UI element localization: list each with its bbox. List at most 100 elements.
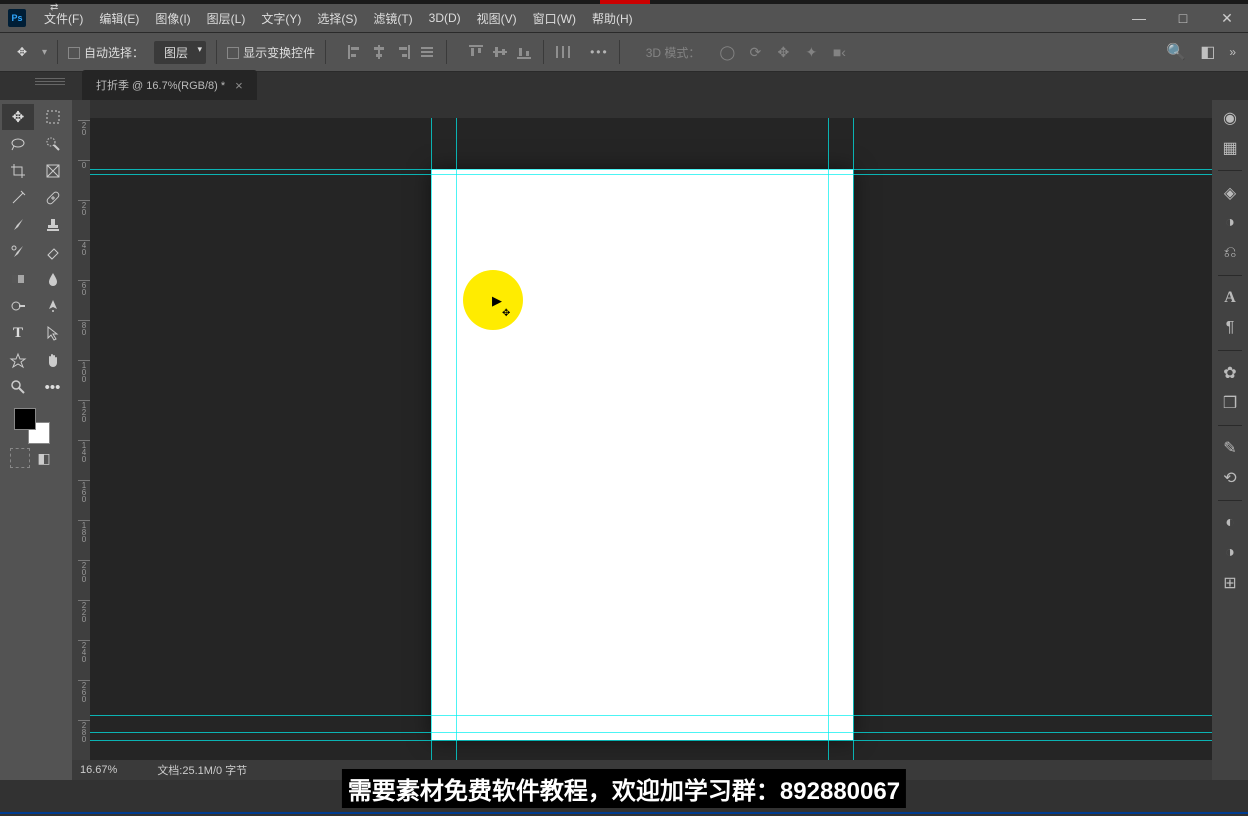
screen-mode-icon[interactable]: ◧ [34, 448, 54, 468]
edit-toolbar[interactable]: ••• [37, 374, 69, 400]
maximize-button[interactable]: □ [1170, 8, 1196, 28]
vertical-guide[interactable] [431, 118, 432, 760]
lasso-tool[interactable] [2, 131, 34, 157]
doc-size-info[interactable]: 文档:25.1M/0 字节 [157, 762, 247, 778]
horizontal-guide[interactable] [90, 740, 1212, 741]
info-panel-icon[interactable]: ⊞ [1216, 569, 1244, 597]
highlight-circle [463, 270, 523, 330]
divider [619, 40, 620, 64]
tab-grip[interactable] [35, 76, 65, 84]
swap-colors-icon[interactable]: ⇄ [50, 2, 58, 13]
horizontal-guide[interactable] [90, 715, 1212, 716]
valign-group [467, 43, 533, 61]
shape-tool[interactable] [2, 347, 34, 373]
quick-mask-icon[interactable] [10, 448, 30, 468]
vertical-guide[interactable] [456, 118, 457, 760]
foreground-color[interactable] [14, 408, 36, 430]
zoom-level[interactable]: 16.67% [80, 764, 117, 776]
move-tool[interactable]: ✥ [2, 104, 34, 130]
menu-3d[interactable]: 3D(D) [421, 7, 469, 29]
auto-select-checkbox[interactable]: 自动选择： [68, 44, 144, 61]
workspace-switcher-icon[interactable]: ◧ [1200, 42, 1215, 62]
color-panel-icon[interactable]: ◉ [1216, 104, 1244, 132]
vertical-ruler[interactable]: 2002040608010012014016018020022024026028… [72, 118, 90, 760]
eyedropper-tool[interactable] [2, 185, 34, 211]
menu-select[interactable]: 选择(S) [309, 6, 365, 31]
distribute-icon[interactable] [554, 43, 572, 61]
color-swatches[interactable] [12, 406, 60, 446]
swatches-panel-icon[interactable]: ▦ [1216, 134, 1244, 162]
align-justify-icon[interactable] [418, 43, 436, 61]
align-right-icon[interactable] [394, 43, 412, 61]
path-select-tool[interactable] [37, 320, 69, 346]
3d-slide-icon[interactable]: ✦ [802, 43, 820, 61]
menu-filter[interactable]: 滤镜(T) [365, 6, 420, 31]
brush-panel-icon[interactable]: ✎ [1216, 434, 1244, 462]
minimize-button[interactable]: — [1126, 8, 1152, 28]
canvas-area[interactable]: ▶ ✥ [90, 118, 1212, 760]
move-tool-icon: ✥ [12, 42, 32, 62]
3d-camera-icon[interactable]: ■‹ [830, 43, 848, 61]
eraser-tool[interactable] [37, 239, 69, 265]
horizontal-guide[interactable] [90, 174, 1212, 175]
blur-tool[interactable] [37, 266, 69, 292]
3d-orbit-icon[interactable]: ◯ [718, 43, 736, 61]
panel-toggle-icon[interactable]: » [1229, 45, 1236, 59]
align-vcenter-icon[interactable] [491, 43, 509, 61]
crop-tool[interactable] [2, 158, 34, 184]
menu-view[interactable]: 视图(V) [469, 6, 525, 31]
menu-help[interactable]: 帮助(H) [584, 6, 641, 31]
move-cursor-icon: ✥ [502, 308, 510, 319]
menu-file[interactable]: 文件(F) [36, 6, 91, 31]
brush-tool[interactable] [2, 212, 34, 238]
align-group [346, 43, 436, 61]
show-transform-checkbox[interactable]: 显示变换控件 [227, 44, 315, 61]
character-panel-icon[interactable]: A [1216, 284, 1244, 312]
menu-window[interactable]: 窗口(W) [525, 6, 584, 31]
auto-select-dropdown[interactable]: 图层 [154, 41, 206, 64]
frame-tool[interactable] [37, 158, 69, 184]
history-panel-icon[interactable]: ⟲ [1216, 464, 1244, 492]
vertical-guide[interactable] [853, 118, 854, 760]
document-canvas[interactable] [431, 169, 853, 740]
quick-select-tool[interactable] [37, 131, 69, 157]
close-button[interactable]: ✕ [1214, 8, 1240, 28]
document-tab[interactable]: 打折季 @ 16.7%(RGB/8) * × [82, 70, 257, 100]
align-hcenter-icon[interactable] [370, 43, 388, 61]
horizontal-guide[interactable] [90, 732, 1212, 733]
search-icon[interactable]: 🔍 [1166, 42, 1186, 62]
zoom-tool[interactable] [2, 374, 34, 400]
3d-panel-icon[interactable]: ❒ [1216, 389, 1244, 417]
dodge-tool[interactable] [2, 293, 34, 319]
pen-tool[interactable] [37, 293, 69, 319]
menu-type[interactable]: 文字(Y) [253, 6, 309, 31]
gradient-tool[interactable] [2, 266, 34, 292]
type-tool[interactable]: T [2, 320, 34, 346]
healing-tool[interactable] [37, 185, 69, 211]
menu-edit[interactable]: 编辑(E) [91, 6, 147, 31]
stamp-tool[interactable] [37, 212, 69, 238]
app-logo: Ps [8, 9, 26, 27]
history-brush-tool[interactable] [2, 239, 34, 265]
adjustments-panel-icon[interactable]: ◐ [1216, 509, 1244, 537]
properties-panel-icon[interactable]: ✿ [1216, 359, 1244, 387]
align-left-icon[interactable] [346, 43, 364, 61]
paths-panel-icon[interactable]: ⎌ [1216, 239, 1244, 267]
hand-tool[interactable] [37, 347, 69, 373]
3d-pan-icon[interactable]: ✥ [774, 43, 792, 61]
tab-close-icon[interactable]: × [235, 78, 243, 93]
document-tab-bar: 打折季 @ 16.7%(RGB/8) * × [0, 72, 1248, 100]
align-top-icon[interactable] [467, 43, 485, 61]
3d-rotate-icon[interactable]: ⟳ [746, 43, 764, 61]
more-options-icon[interactable]: ••• [590, 45, 609, 59]
horizontal-guide[interactable] [90, 169, 1212, 170]
align-bottom-icon[interactable] [515, 43, 533, 61]
styles-panel-icon[interactable]: ◑ [1216, 539, 1244, 567]
menu-layer[interactable]: 图层(L) [199, 6, 254, 31]
marquee-tool[interactable] [37, 104, 69, 130]
menu-image[interactable]: 图像(I) [147, 6, 198, 31]
vertical-guide[interactable] [828, 118, 829, 760]
paragraph-panel-icon[interactable]: ¶ [1216, 314, 1244, 342]
layers-panel-icon[interactable]: ◈ [1216, 179, 1244, 207]
channels-panel-icon[interactable]: ◑ [1216, 209, 1244, 237]
